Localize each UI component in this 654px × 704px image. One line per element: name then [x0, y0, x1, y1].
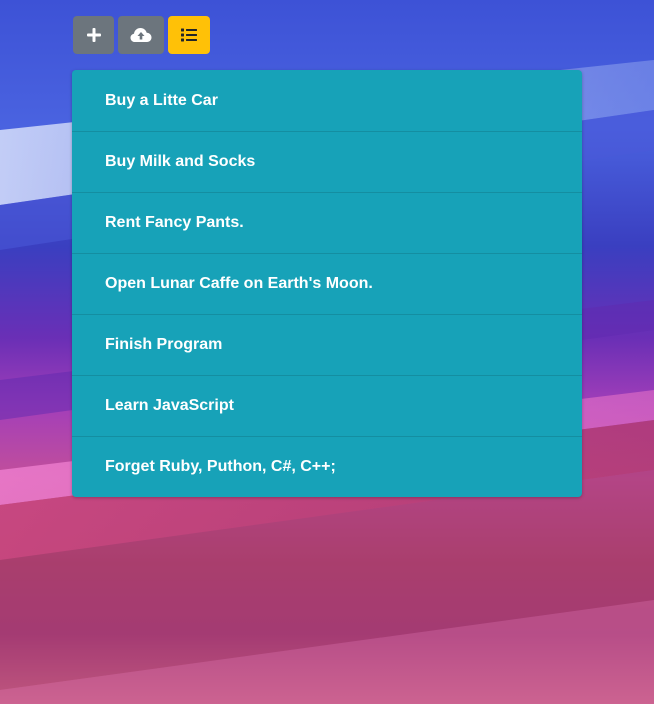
list-icon [181, 28, 197, 42]
list-item-label: Rent Fancy Pants. [105, 214, 244, 231]
list-item[interactable]: Forget Ruby, Puthon, C#, C++; [72, 436, 582, 497]
toolbar [73, 16, 210, 54]
list-item-label: Forget Ruby, Puthon, C#, C++; [105, 458, 336, 475]
list-item[interactable]: Rent Fancy Pants. [72, 192, 582, 253]
upload-button[interactable] [118, 16, 164, 54]
list-item-label: Open Lunar Caffe on Earth's Moon. [105, 275, 373, 292]
list-item[interactable]: Buy a Litte Car [72, 70, 582, 131]
list-item[interactable]: Learn JavaScript [72, 375, 582, 436]
todo-list: Buy a Litte Car Buy Milk and Socks Rent … [72, 70, 582, 497]
list-item-label: Buy a Litte Car [105, 91, 218, 109]
cloud-upload-icon [130, 28, 152, 42]
list-item-label: Learn JavaScript [105, 397, 234, 414]
list-button[interactable] [168, 16, 210, 54]
list-item-label: Finish Program [105, 336, 223, 353]
list-item[interactable]: Open Lunar Caffe on Earth's Moon. [72, 253, 582, 314]
list-item-label: Buy Milk and Socks [105, 153, 256, 170]
plus-icon [86, 28, 101, 42]
list-item[interactable]: Finish Program [72, 314, 582, 375]
add-button[interactable] [73, 16, 114, 54]
list-item[interactable]: Buy Milk and Socks [72, 131, 582, 192]
